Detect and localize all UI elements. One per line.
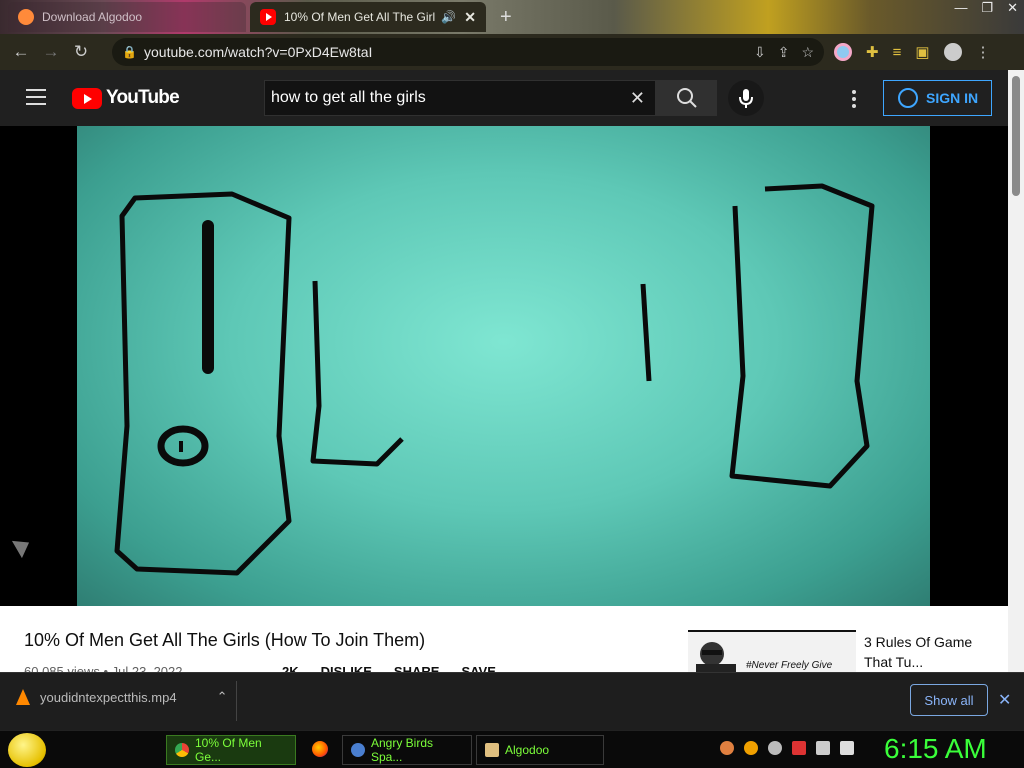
- taskbar-label: 10% Of Men Ge...: [195, 736, 262, 764]
- url-text: youtube.com/watch?v=0PxD4Ew8taI: [144, 44, 373, 60]
- side-panel-icon[interactable]: ▣: [915, 43, 929, 61]
- tab-download-algodoo[interactable]: Download Algodoo: [8, 2, 246, 32]
- tray-app-icon[interactable]: [720, 741, 734, 755]
- speaker-icon[interactable]: 🔊: [441, 10, 456, 24]
- vlc-cone-icon: [16, 689, 30, 705]
- download-filename: youdidntexpectthis.mp4: [40, 689, 177, 705]
- window-controls: — ❐ ✕: [954, 0, 1018, 16]
- search-box: ✕: [264, 80, 656, 116]
- taskbar-button-chrome[interactable]: 10% Of Men Ge...: [166, 735, 296, 765]
- taskbar-clock[interactable]: 6:15 AM: [884, 733, 987, 765]
- hamburger-menu-icon[interactable]: [26, 89, 46, 105]
- settings-kebab-icon[interactable]: [852, 90, 856, 111]
- thumbnail-caption: #Never Freely Give: [746, 660, 833, 671]
- recommended-thumbnail[interactable]: #Never Freely Give: [688, 630, 856, 674]
- install-app-icon[interactable]: ⇩: [754, 44, 766, 61]
- maximize-button[interactable]: ❐: [981, 0, 993, 16]
- voice-search-button[interactable]: [728, 80, 764, 116]
- network-icon[interactable]: [816, 741, 830, 755]
- search-input[interactable]: [271, 89, 621, 107]
- tab-label: Download Algodoo: [42, 10, 143, 24]
- profile-avatar-icon[interactable]: [943, 43, 962, 61]
- browser-toolbar: ← → ↻ 🔒 youtube.com/watch?v=0PxD4Ew8taI …: [0, 34, 1024, 70]
- chevron-up-icon[interactable]: ⌃: [217, 689, 228, 705]
- mouse-cursor-icon: [11, 533, 35, 559]
- address-bar[interactable]: 🔒 youtube.com/watch?v=0PxD4Ew8taI ⇩ ⇪ ☆: [112, 38, 824, 66]
- page-scrollbar[interactable]: [1008, 70, 1024, 672]
- video-doodle-drawing: [114, 183, 875, 576]
- recommended-title[interactable]: 3 Rules Of Game That Tu...: [864, 632, 984, 672]
- video-info-area: 10% Of Men Get All The Girls (How To Joi…: [0, 606, 1008, 679]
- browser-tab-strip: Download Algodoo 10% Of Men Get All The …: [0, 0, 1024, 34]
- chrome-icon: [175, 743, 189, 757]
- taskbar-button-angry-birds[interactable]: Angry Birds Spa...: [342, 735, 472, 765]
- minimize-button[interactable]: —: [954, 0, 967, 16]
- youtube-header: YouTube ✕ SIGN IN: [0, 70, 1010, 126]
- close-download-bar-icon[interactable]: ✕: [998, 690, 1011, 710]
- browser-menu-icon[interactable]: ⋮: [976, 43, 991, 61]
- start-button-smiley-icon[interactable]: [8, 733, 46, 767]
- taskbar-label: Algodoo: [505, 743, 550, 757]
- sign-in-label: SIGN IN: [926, 90, 979, 106]
- youtube-wordmark: YouTube: [106, 87, 180, 108]
- volume-icon[interactable]: [840, 741, 854, 755]
- youtube-favicon-icon: [260, 9, 276, 25]
- media-playlist-icon[interactable]: ≡: [893, 44, 902, 61]
- download-item[interactable]: youdidntexpectthis.mp4 ⌃: [16, 689, 228, 705]
- new-tab-button[interactable]: +: [500, 6, 512, 29]
- video-player[interactable]: [0, 126, 1008, 606]
- os-taskbar: 10% Of Men Ge... Angry Birds Spa... Algo…: [0, 730, 1024, 768]
- forward-arrow-icon[interactable]: →: [36, 42, 66, 62]
- tray-search-icon[interactable]: [744, 741, 758, 755]
- tab-label: 10% Of Men Get All The Girl: [284, 10, 436, 24]
- tab-youtube-video[interactable]: 10% Of Men Get All The Girl 🔊 ✕: [250, 2, 486, 32]
- tray-status-icon[interactable]: [768, 741, 782, 755]
- extensions-area: ✚ ≡ ▣ ⋮: [834, 39, 991, 65]
- puzzle-extensions-icon[interactable]: ✚: [866, 43, 879, 61]
- taskbar-button-algodoo[interactable]: Algodoo: [476, 735, 604, 765]
- profile-flag-icon[interactable]: [834, 43, 852, 61]
- firefox-icon[interactable]: [312, 741, 328, 757]
- algodoo-favicon-icon: [18, 9, 34, 25]
- bookmark-star-icon[interactable]: ☆: [801, 44, 814, 61]
- clear-search-icon[interactable]: ✕: [630, 88, 645, 109]
- download-bar: youdidntexpectthis.mp4 ⌃ Show all ✕: [0, 672, 1024, 730]
- sign-in-button[interactable]: SIGN IN: [883, 80, 992, 116]
- close-tab-icon[interactable]: ✕: [464, 9, 476, 26]
- lock-icon: 🔒: [122, 45, 137, 59]
- algodoo-icon: [485, 743, 499, 757]
- show-all-button[interactable]: Show all: [910, 684, 988, 716]
- scrollbar-thumb[interactable]: [1012, 76, 1020, 196]
- reload-icon[interactable]: ↻: [66, 42, 96, 62]
- video-frame[interactable]: [77, 126, 930, 606]
- angry-birds-icon: [351, 743, 365, 757]
- search-button[interactable]: [655, 80, 717, 116]
- video-title: 10% Of Men Get All The Girls (How To Joi…: [24, 630, 426, 650]
- youtube-play-logo-icon: [72, 87, 102, 109]
- microphone-icon: [739, 89, 753, 108]
- youtube-logo[interactable]: YouTube: [72, 87, 180, 109]
- search-icon: [677, 88, 697, 108]
- system-tray: [720, 741, 854, 755]
- close-window-button[interactable]: ✕: [1007, 0, 1018, 16]
- user-circle-icon: [898, 88, 918, 108]
- download-divider: [236, 681, 237, 721]
- action-center-flag-icon[interactable]: [792, 741, 806, 755]
- taskbar-label: Angry Birds Spa...: [371, 736, 434, 764]
- back-arrow-icon[interactable]: ←: [6, 42, 36, 62]
- share-icon[interactable]: ⇪: [778, 44, 790, 61]
